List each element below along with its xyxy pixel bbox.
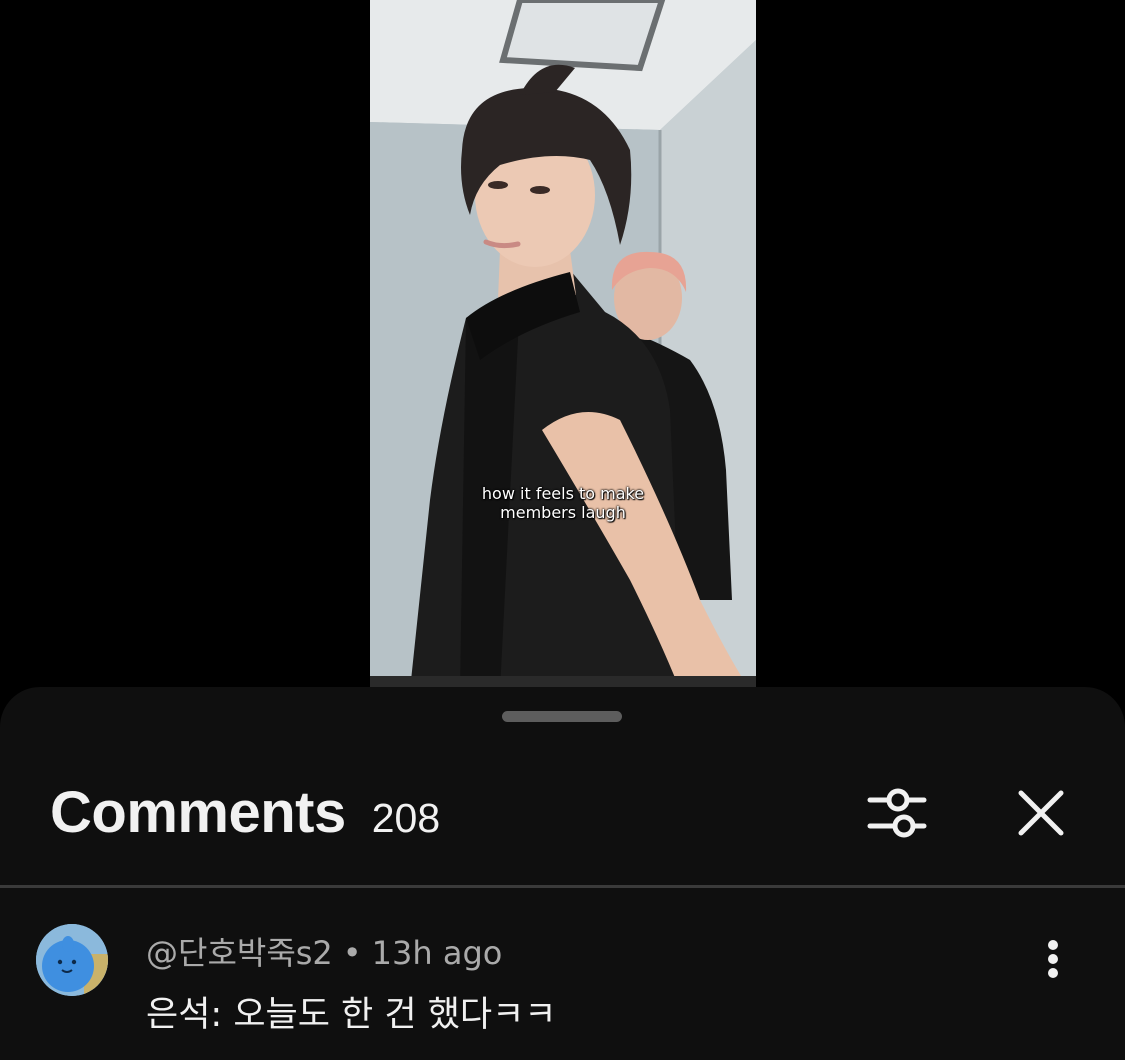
comments-count: 208 — [371, 795, 441, 841]
sort-filter-button[interactable] — [862, 782, 932, 844]
shorts-screen: how it feels to make members laugh Comme… — [0, 0, 1125, 1060]
avatar[interactable] — [36, 924, 108, 996]
comment-author[interactable]: @단호박죽s2 — [146, 934, 333, 972]
comment-item[interactable]: @단호박죽s2 • 13h ago 은석: 오늘도 한 건 했다ㅋㅋ — [0, 888, 1125, 1060]
comment-meta: @단호박죽s2 • 13h ago — [146, 928, 502, 974]
video-caption: how it feels to make members laugh — [370, 484, 756, 522]
comment-more-button[interactable] — [1030, 936, 1076, 982]
drag-handle[interactable] — [502, 711, 622, 722]
comments-title: Comments — [50, 780, 346, 845]
meta-separator: • — [342, 934, 362, 972]
video-player[interactable]: how it feels to make members laugh — [370, 0, 756, 690]
video-caption-line-1: how it feels to make — [481, 484, 645, 503]
close-icon — [1018, 790, 1064, 836]
sort-filter-icon — [867, 788, 927, 838]
avatar-image — [36, 924, 108, 996]
comments-header: Comments 208 — [50, 779, 440, 846]
comment-text: 은석: 오늘도 한 건 했다ㅋㅋ — [146, 995, 557, 1035]
video-caption-line-2: members laugh — [500, 503, 626, 522]
more-vertical-icon — [1048, 940, 1058, 978]
comment-time: 13h ago — [371, 934, 503, 972]
close-button[interactable] — [1008, 780, 1074, 846]
video-frame — [370, 0, 756, 690]
